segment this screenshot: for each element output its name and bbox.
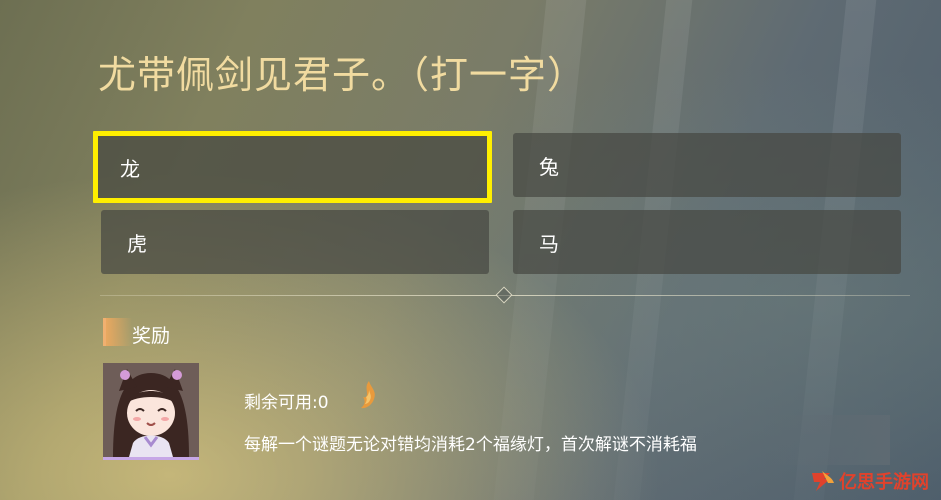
reward-title: 奖励 xyxy=(132,325,171,347)
flame-logo-icon xyxy=(812,471,834,491)
chibi-character-icon xyxy=(103,363,199,457)
option-rabbit[interactable]: 兔 xyxy=(513,133,901,197)
option-label: 兔 xyxy=(539,154,559,179)
reward-accent-bar xyxy=(103,318,132,346)
remaining-count: 剩余可用:0 xyxy=(244,393,329,413)
diamond-divider-icon xyxy=(495,286,513,304)
option-label: 龙 xyxy=(120,156,140,181)
option-horse[interactable]: 马 xyxy=(513,210,901,274)
watermark-text: 亿思手游网 xyxy=(839,472,929,493)
avatar xyxy=(103,363,199,460)
option-label: 马 xyxy=(539,231,559,256)
flame-icon xyxy=(361,381,375,409)
watermark: 亿思手游网 xyxy=(808,466,938,496)
option-tiger[interactable]: 虎 xyxy=(101,210,489,274)
riddle-question: 尤带佩剑见君子。（打一字） xyxy=(98,53,587,97)
text-fade-overlay xyxy=(760,415,890,465)
option-label: 虎 xyxy=(127,231,147,256)
reward-description: 每解一个谜题无论对错均消耗2个福缘灯，首次解谜不消耗福 xyxy=(244,435,697,455)
option-dragon[interactable]: 龙 xyxy=(93,131,492,203)
